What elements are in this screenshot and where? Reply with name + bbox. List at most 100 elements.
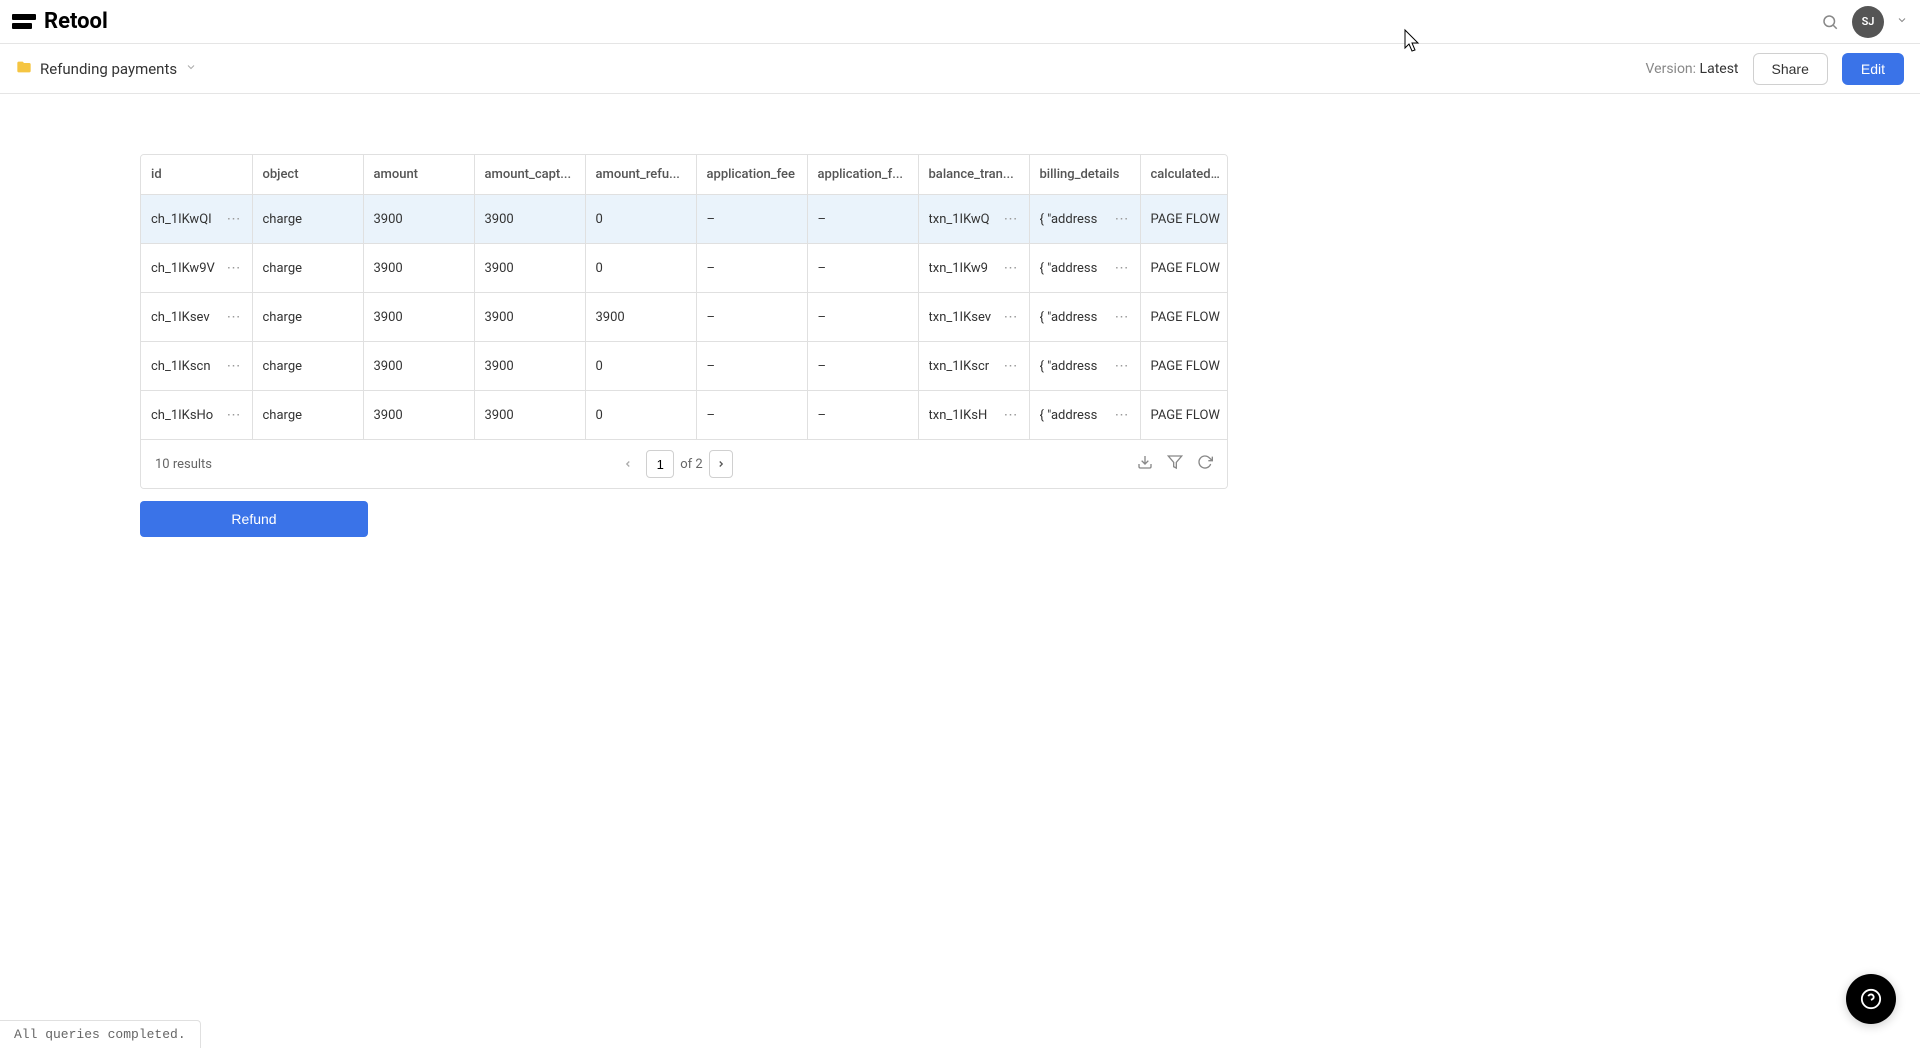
page-next-button[interactable] (709, 450, 733, 478)
table-cell[interactable]: – (696, 195, 807, 244)
share-button[interactable]: Share (1753, 53, 1828, 85)
table-cell[interactable]: ch_1IKw9V⋯ (141, 244, 252, 293)
table-cell[interactable]: 3900 (474, 293, 585, 342)
table-cell[interactable]: 3900 (363, 293, 474, 342)
status-bar: All queries completed. (0, 1020, 201, 1048)
table-cell[interactable]: ch_1IKsev⋯ (141, 293, 252, 342)
table-cell[interactable]: 3900 (363, 195, 474, 244)
table-cell[interactable]: charge (252, 342, 363, 391)
col-header-amount[interactable]: amount (363, 155, 474, 195)
edit-button[interactable]: Edit (1842, 53, 1904, 85)
table-row[interactable]: ch_1IKsHo⋯charge390039000––txn_1IKsH⋯{ "… (141, 391, 1227, 440)
table-cell[interactable]: { "address⋯ (1029, 244, 1140, 293)
ellipsis-icon[interactable]: ⋯ (1004, 211, 1019, 227)
table-cell[interactable]: – (696, 293, 807, 342)
col-header-app-fee[interactable]: application_fee (696, 155, 807, 195)
table-cell[interactable]: 3900 (363, 342, 474, 391)
download-icon[interactable] (1137, 454, 1153, 474)
ellipsis-icon[interactable]: ⋯ (1004, 309, 1019, 325)
table-cell[interactable]: ch_1IKscn⋯ (141, 342, 252, 391)
table-cell[interactable]: PAGE FLOW (1140, 195, 1227, 244)
col-header-app-fee-amt[interactable]: application_f... (807, 155, 918, 195)
table-cell[interactable]: ch_1IKwQI⋯ (141, 195, 252, 244)
col-header-calculated[interactable]: calculated_s (1140, 155, 1227, 195)
table-cell[interactable]: charge (252, 293, 363, 342)
table-cell[interactable]: 3900 (585, 293, 696, 342)
refresh-icon[interactable] (1197, 454, 1213, 474)
table-cell[interactable]: PAGE FLOW (1140, 342, 1227, 391)
ellipsis-icon[interactable]: ⋯ (1115, 407, 1130, 423)
breadcrumb[interactable]: Refunding payments (16, 59, 197, 79)
table-cell[interactable]: ch_1IKsHo⋯ (141, 391, 252, 440)
table-cell[interactable]: – (696, 244, 807, 293)
col-header-amount-captured[interactable]: amount_capt... (474, 155, 585, 195)
table-cell[interactable]: 3900 (474, 244, 585, 293)
table-cell[interactable]: charge (252, 195, 363, 244)
page-prev-button[interactable] (616, 450, 640, 478)
ellipsis-icon[interactable]: ⋯ (227, 309, 242, 325)
ellipsis-icon[interactable]: ⋯ (1004, 407, 1019, 423)
table-cell[interactable]: 0 (585, 244, 696, 293)
table-cell[interactable]: PAGE FLOW (1140, 391, 1227, 440)
table-cell[interactable]: txn_1IKw9⋯ (918, 244, 1029, 293)
table-cell[interactable]: – (696, 342, 807, 391)
page-input[interactable] (646, 450, 674, 478)
ellipsis-icon[interactable]: ⋯ (1115, 358, 1130, 374)
table-row[interactable]: ch_1IKwQI⋯charge390039000––txn_1IKwQ⋯{ "… (141, 195, 1227, 244)
logo[interactable]: Retool (12, 9, 108, 34)
table-cell[interactable]: { "address⋯ (1029, 342, 1140, 391)
table-cell[interactable]: – (807, 244, 918, 293)
col-header-amount-refunded[interactable]: amount_refu... (585, 155, 696, 195)
table-cell[interactable]: 3900 (474, 342, 585, 391)
table-cell[interactable]: 3900 (474, 391, 585, 440)
ellipsis-icon[interactable]: ⋯ (227, 260, 242, 276)
col-header-object[interactable]: object (252, 155, 363, 195)
table-cell[interactable]: charge (252, 244, 363, 293)
table-cell[interactable]: { "address⋯ (1029, 195, 1140, 244)
refund-button[interactable]: Refund (140, 501, 368, 537)
table-cell[interactable]: { "address⋯ (1029, 293, 1140, 342)
results-count: 10 results (155, 457, 212, 472)
table-cell[interactable]: – (807, 391, 918, 440)
table-cell[interactable]: – (807, 195, 918, 244)
table-cell[interactable]: txn_1IKsH⋯ (918, 391, 1029, 440)
col-header-billing[interactable]: billing_details (1029, 155, 1140, 195)
ellipsis-icon[interactable]: ⋯ (1115, 260, 1130, 276)
table-cell[interactable]: 3900 (474, 195, 585, 244)
table-cell[interactable]: txn_1IKscr⋯ (918, 342, 1029, 391)
table-cell[interactable]: 3900 (363, 244, 474, 293)
ellipsis-icon[interactable]: ⋯ (1004, 260, 1019, 276)
table-row[interactable]: ch_1IKw9V⋯charge390039000––txn_1IKw9⋯{ "… (141, 244, 1227, 293)
table-cell[interactable]: 0 (585, 195, 696, 244)
col-header-id[interactable]: id (141, 155, 252, 195)
table-cell[interactable]: 0 (585, 342, 696, 391)
ellipsis-icon[interactable]: ⋯ (1004, 358, 1019, 374)
ellipsis-icon[interactable]: ⋯ (1115, 309, 1130, 325)
avatar[interactable]: SJ (1852, 6, 1884, 38)
table-cell[interactable]: { "address⋯ (1029, 391, 1140, 440)
table-cell[interactable]: – (696, 391, 807, 440)
table-row[interactable]: ch_1IKsev⋯charge390039003900––txn_1IKsev… (141, 293, 1227, 342)
chevron-down-icon (185, 61, 197, 77)
ellipsis-icon[interactable]: ⋯ (227, 358, 242, 374)
table-cell[interactable]: – (807, 342, 918, 391)
table-cell[interactable]: 0 (585, 391, 696, 440)
ellipsis-icon[interactable]: ⋯ (227, 211, 242, 227)
table-cell[interactable]: txn_1IKwQ⋯ (918, 195, 1029, 244)
help-fab[interactable] (1846, 974, 1896, 1024)
table-row[interactable]: ch_1IKscn⋯charge390039000––txn_1IKscr⋯{ … (141, 342, 1227, 391)
table-cell[interactable]: PAGE FLOW (1140, 244, 1227, 293)
filter-icon[interactable] (1167, 454, 1183, 474)
table-cell[interactable]: – (807, 293, 918, 342)
table-cell[interactable]: txn_1IKsev⋯ (918, 293, 1029, 342)
table-cell[interactable]: PAGE FLOW (1140, 293, 1227, 342)
sub-header: Refunding payments Version: Latest Share… (0, 44, 1920, 94)
table-cell[interactable]: charge (252, 391, 363, 440)
col-header-balance-txn[interactable]: balance_tran... (918, 155, 1029, 195)
search-icon[interactable] (1820, 12, 1840, 32)
main-content: id object amount amount_capt... amount_r… (0, 94, 1920, 557)
ellipsis-icon[interactable]: ⋯ (227, 407, 242, 423)
ellipsis-icon[interactable]: ⋯ (1115, 211, 1130, 227)
chevron-down-icon[interactable] (1896, 14, 1908, 30)
table-cell[interactable]: 3900 (363, 391, 474, 440)
